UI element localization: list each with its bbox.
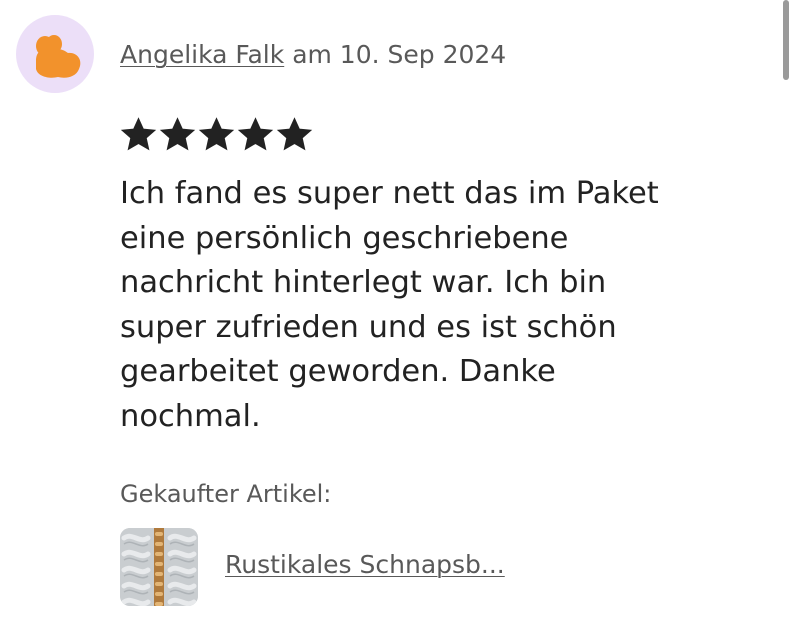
purchased-item-label: Gekaufter Artikel: [120, 480, 332, 508]
review-text: Ich fand es super nett das im Paket eine… [120, 176, 659, 434]
star-icon [276, 117, 313, 151]
product-image [120, 528, 198, 606]
reviewer-avatar[interactable] [16, 15, 94, 93]
product-thumbnail[interactable] [120, 528, 198, 606]
product-name-link[interactable]: Rustikales Schnapsb... [225, 548, 505, 582]
review-card: Angelika Falk am 10. Sep 2024 Ich fand e… [0, 0, 794, 627]
star-icon [237, 117, 274, 151]
review-header: Angelika Falk am 10. Sep 2024 [120, 38, 506, 72]
star-rating [120, 116, 313, 153]
star-icon [120, 117, 157, 151]
scrollbar-thumb[interactable] [783, 0, 789, 80]
star-icon [198, 117, 235, 151]
reviewer-name-link[interactable]: Angelika Falk [120, 40, 284, 69]
review-date: am 10. Sep 2024 [292, 40, 507, 69]
hand-avatar-icon [36, 35, 81, 78]
star-icon [159, 117, 196, 151]
